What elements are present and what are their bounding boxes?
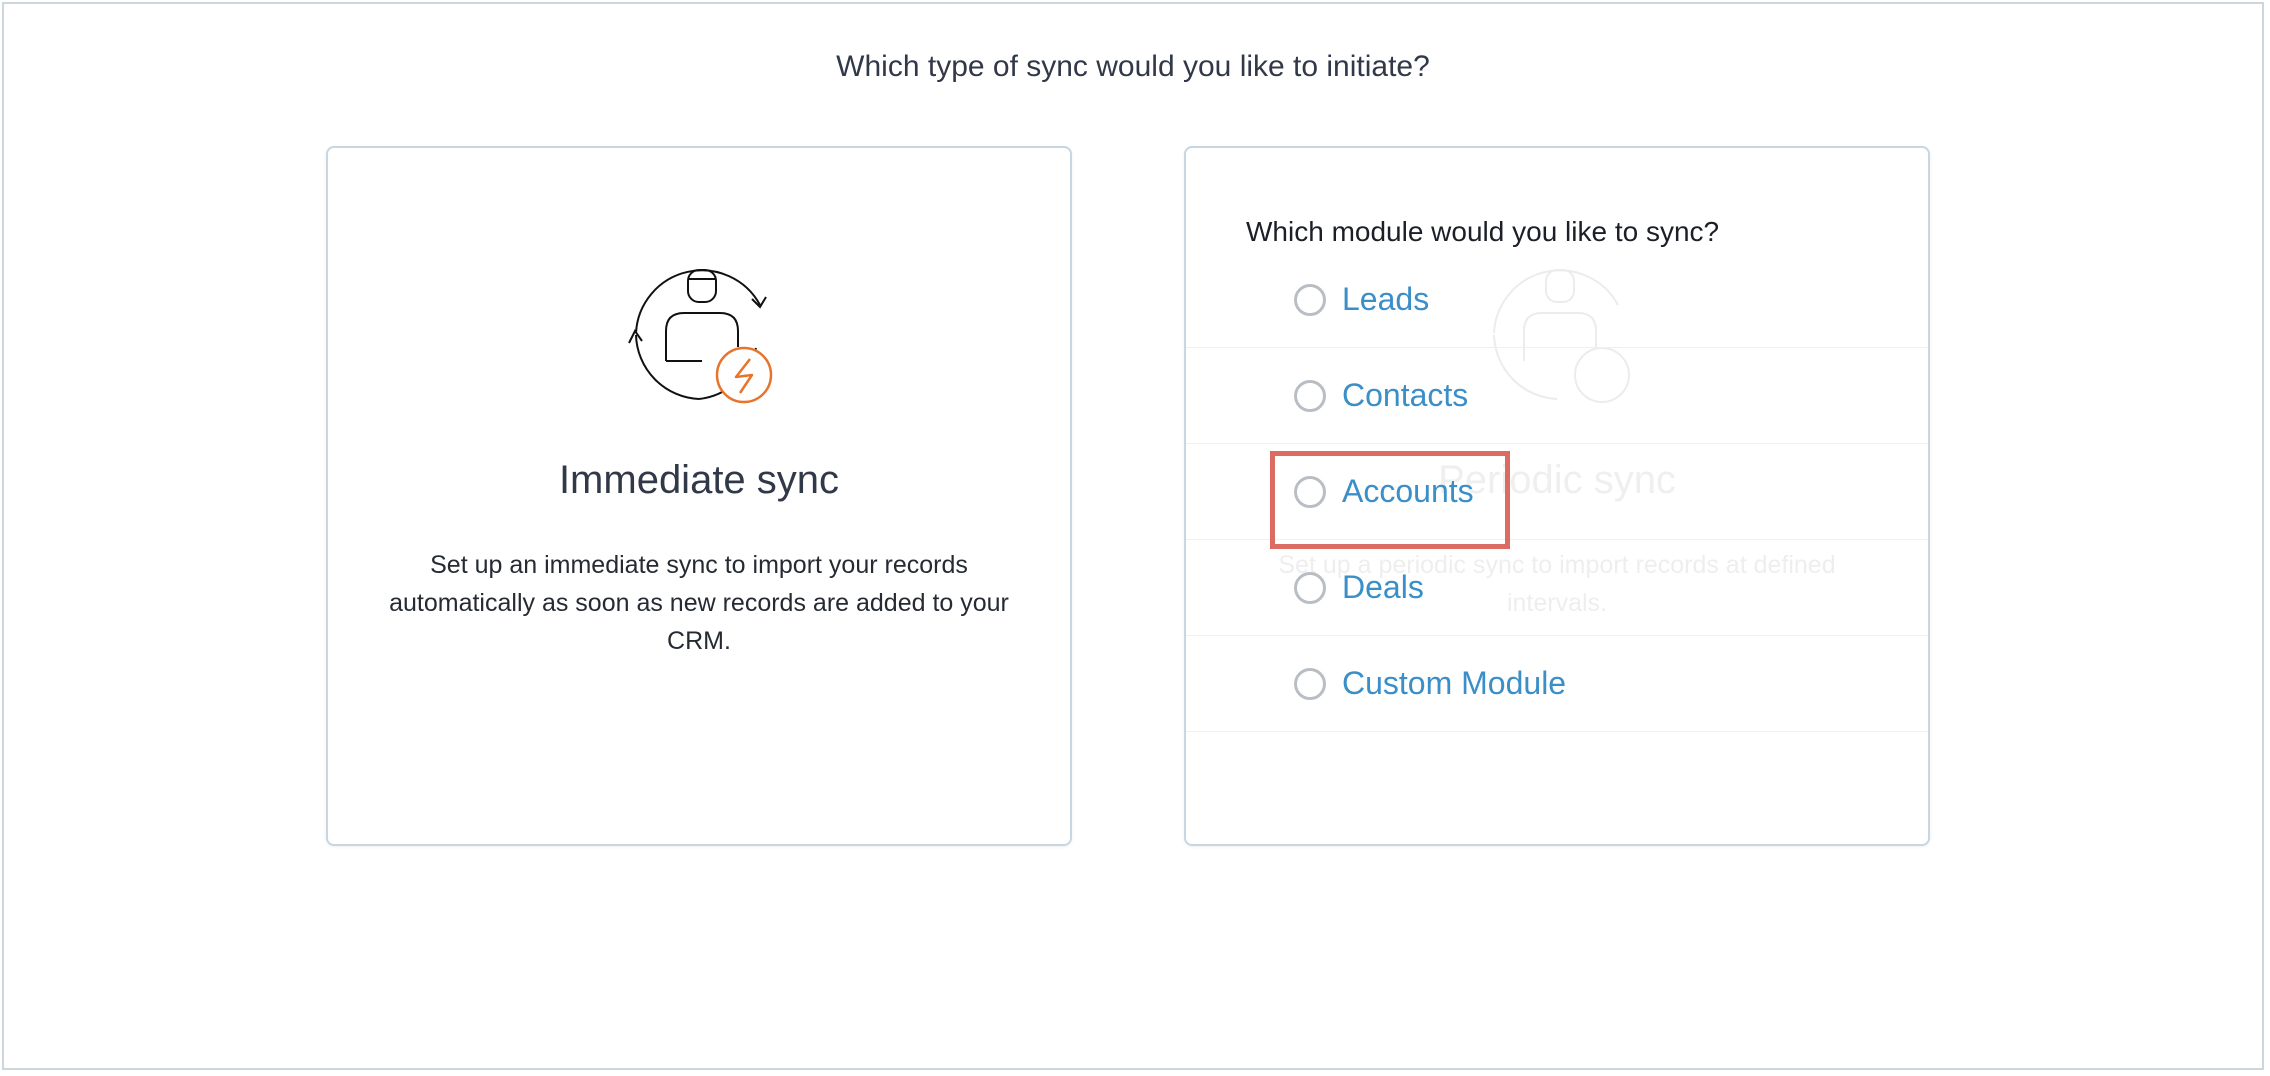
module-label[interactable]: Accounts (1342, 473, 1474, 510)
page-title: Which type of sync would you like to ini… (836, 50, 1430, 83)
module-option-leads[interactable]: Leads (1186, 252, 1928, 348)
module-label[interactable]: Custom Module (1342, 665, 1566, 702)
user-sync-bolt-icon (628, 269, 773, 404)
module-list: Leads Contacts Accounts Deals Custom Mod… (1186, 252, 1928, 732)
module-option-accounts[interactable]: Accounts (1186, 444, 1928, 540)
periodic-sync-card[interactable]: Periodic sync Set up a periodic sync to … (1184, 146, 1930, 846)
module-question: Which module would you like to sync? (1246, 216, 1720, 247)
radio-button[interactable] (1294, 283, 1326, 316)
immediate-sync-heading: Immediate sync (558, 458, 840, 502)
module-label[interactable]: Contacts (1342, 377, 1468, 414)
radio-button[interactable] (1294, 475, 1326, 508)
radio-button[interactable] (1294, 667, 1326, 700)
module-label[interactable]: Deals (1342, 569, 1424, 606)
immediate-sync-card[interactable]: Immediate sync Set up an immediate sync … (326, 146, 1072, 846)
app-frame: Which type of sync would you like to ini… (2, 2, 2264, 1070)
module-option-custom-module[interactable]: Custom Module (1186, 636, 1928, 732)
radio-button[interactable] (1294, 571, 1326, 604)
immediate-sync-description: Set up an immediate sync to import your … (389, 551, 1009, 655)
module-option-contacts[interactable]: Contacts (1186, 348, 1928, 444)
module-option-deals[interactable]: Deals (1186, 540, 1928, 636)
module-picker-overlay: Which module would you like to sync? Lea… (1186, 148, 1928, 844)
module-label[interactable]: Leads (1342, 281, 1429, 318)
radio-button[interactable] (1294, 379, 1326, 412)
